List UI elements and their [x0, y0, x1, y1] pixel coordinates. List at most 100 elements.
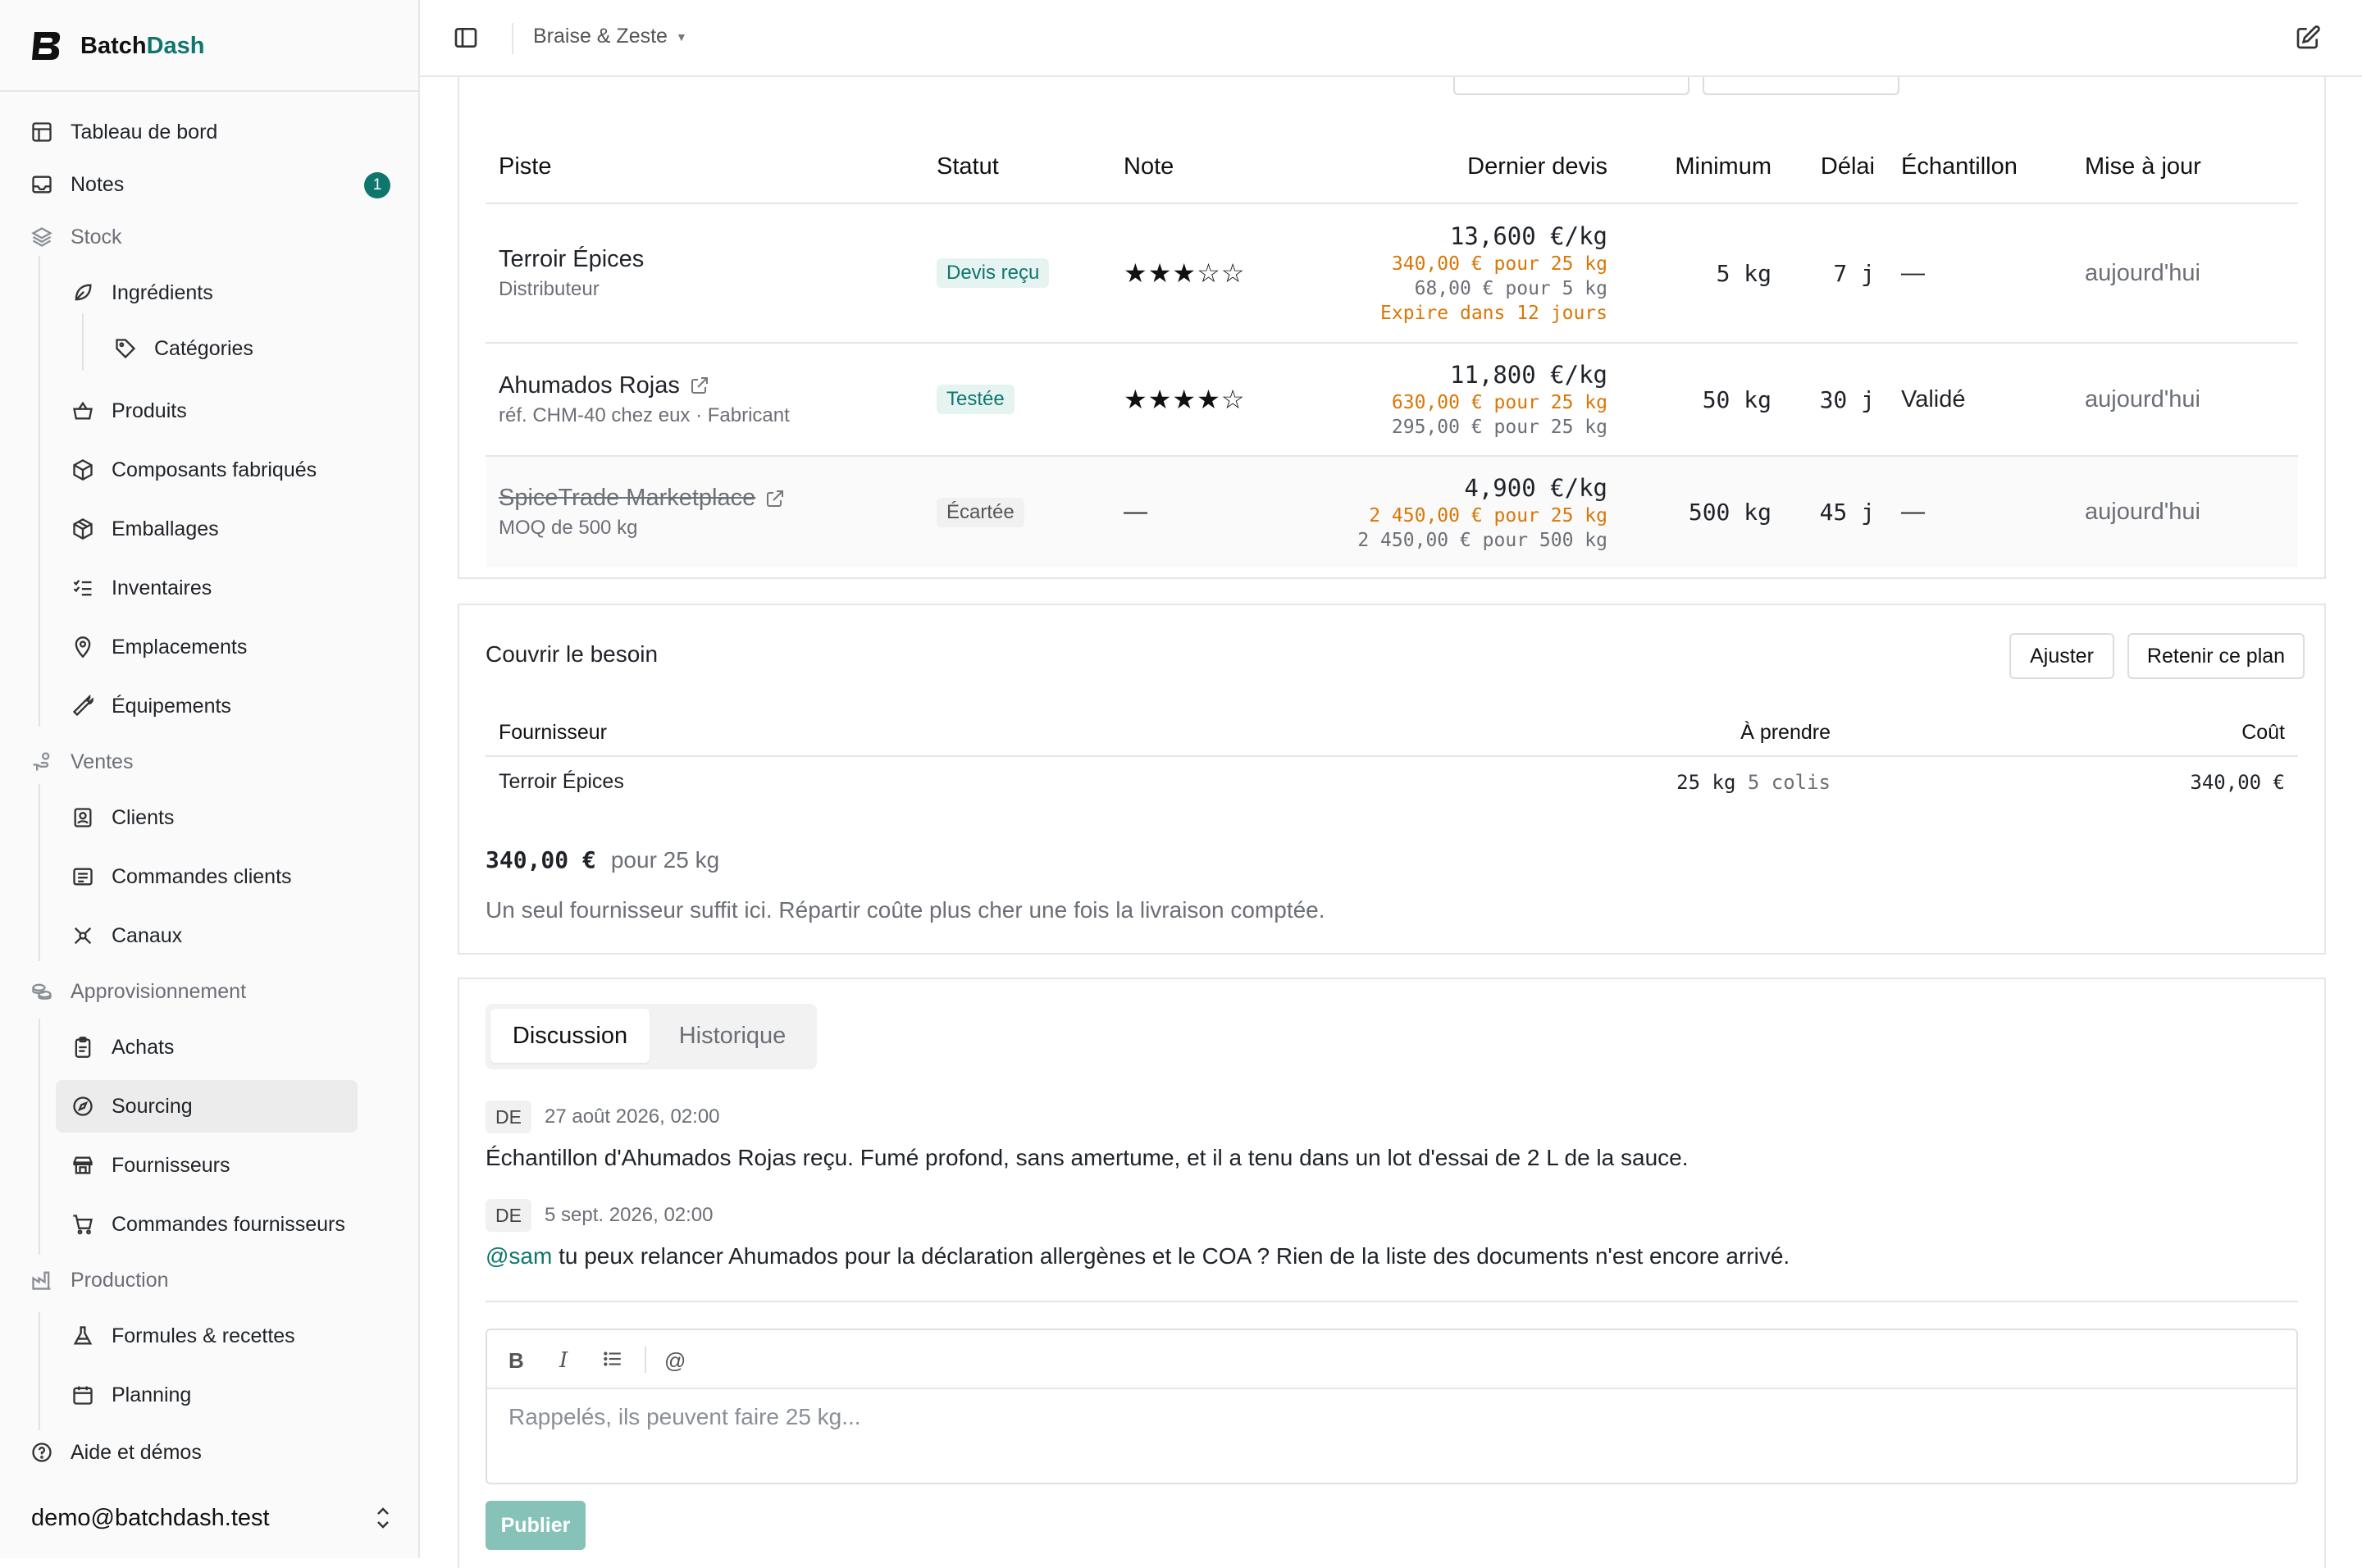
- sidebar-item-label: Produits: [112, 399, 187, 422]
- sidebar-toggle-icon[interactable]: [453, 25, 479, 51]
- table-row[interactable]: Terroir Épices Distributeur Devis reçu ★…: [486, 203, 2298, 344]
- user-mention[interactable]: @sam: [486, 1243, 552, 1269]
- delay-cell: 7 j: [1772, 203, 1878, 344]
- sidebar-item-label: Planning: [112, 1383, 192, 1406]
- col-dernier-devis[interactable]: Dernier devis: [1345, 131, 1607, 204]
- status-badge: Écartée: [937, 497, 1024, 527]
- tag-icon: [113, 336, 138, 361]
- comment-date: 27 août 2026, 02:00: [545, 1105, 720, 1128]
- sidebar-group-production[interactable]: Production: [25, 1259, 169, 1301]
- tab-discussion[interactable]: Discussion: [490, 1009, 650, 1063]
- cover-title: Couvrir le besoin: [486, 641, 659, 667]
- leads-card: Piste Statut Note Dernier devis Minimum …: [458, 49, 2326, 579]
- adjust-button[interactable]: Ajuster: [2009, 633, 2114, 679]
- col-mise-a-jour[interactable]: Mise à jour: [2067, 131, 2298, 204]
- col-note[interactable]: Note: [1124, 131, 1345, 204]
- mention-icon[interactable]: @: [664, 1348, 686, 1374]
- sidebar-item-label: Commandes clients: [112, 864, 292, 888]
- sidebar-group-approvisionnement[interactable]: Approvisionnement: [25, 970, 246, 1013]
- sidebar-item-equipements[interactable]: Équipements: [66, 685, 231, 727]
- sidebar-item-commandes-clients[interactable]: Commandes clients: [66, 855, 292, 898]
- sidebar-item-clients[interactable]: Clients: [66, 796, 174, 839]
- comment-text: @sam tu peux relancer Ahumados pour la d…: [486, 1243, 1790, 1269]
- list-icon[interactable]: [602, 1348, 623, 1375]
- sidebar-group-ventes[interactable]: Ventes: [25, 741, 133, 783]
- user-menu[interactable]: demo@batchdash.test: [31, 1497, 392, 1538]
- external-link-icon[interactable]: [690, 376, 709, 395]
- sidebar-item-emplacements[interactable]: Emplacements: [66, 626, 247, 668]
- publish-button[interactable]: Publier: [486, 1501, 586, 1550]
- sidebar-item-label: Catégories: [154, 336, 253, 360]
- comment-date: 5 sept. 2026, 02:00: [545, 1204, 714, 1226]
- editor-input[interactable]: Rappelés, ils peuvent faire 25 kg...: [508, 1404, 861, 1430]
- col-minimum[interactable]: Minimum: [1607, 131, 1772, 204]
- cover-table: Fournisseur À prendre Coût Terroir Épice…: [486, 710, 2298, 807]
- network-icon: [71, 923, 95, 948]
- col-fournisseur: Fournisseur: [486, 710, 1552, 757]
- minimum-cell: 500 kg: [1688, 499, 1772, 526]
- sidebar-item-composants-fabriques[interactable]: Composants fabriqués: [66, 449, 317, 491]
- sidebar-item-label: Clients: [112, 805, 175, 829]
- list-icon: [71, 864, 95, 889]
- table-row[interactable]: Ahumados Rojas réf. CHM-40 chez eux · Fa…: [486, 343, 2298, 457]
- delay-cell: 45 j: [1819, 499, 1875, 526]
- cover-header-row: Fournisseur À prendre Coût: [486, 710, 2298, 757]
- sidebar-item-sourcing[interactable]: Sourcing: [56, 1080, 358, 1133]
- chevrons-up-down-icon: [377, 1507, 389, 1529]
- sidebar-item-label: Production: [71, 1268, 169, 1292]
- sidebar-item-notes[interactable]: Notes: [25, 163, 394, 206]
- sidebar-item-label: Emplacements: [112, 635, 248, 659]
- sample-cell: —: [1878, 203, 2067, 344]
- price-per-kg: 13,600 €/kg: [1449, 222, 1607, 250]
- star-rating[interactable]: ★★★★☆: [1124, 385, 1245, 414]
- rating-cell: ★★★★☆: [1124, 343, 1345, 457]
- sidebar-item-tableau-de-bord[interactable]: Tableau de bord: [25, 111, 217, 153]
- bold-icon[interactable]: B: [508, 1348, 524, 1374]
- sidebar-item-canaux[interactable]: Canaux: [66, 914, 182, 957]
- sidebar-item-produits[interactable]: Produits: [66, 390, 187, 432]
- col-piste[interactable]: Piste: [486, 131, 937, 204]
- layout-icon: [30, 120, 54, 144]
- external-link-icon[interactable]: [765, 489, 785, 508]
- workspace-switcher[interactable]: Braise & Zeste ▼: [533, 25, 687, 48]
- lead-subtitle: Distributeur: [499, 277, 600, 300]
- sidebar-item-formules-recettes[interactable]: Formules & recettes: [66, 1315, 295, 1357]
- sidebar-item-commandes-fournisseurs[interactable]: Commandes fournisseurs: [66, 1203, 345, 1246]
- lead-name[interactable]: SpiceTrade Marketplace: [499, 485, 755, 512]
- sidebar-item-planning[interactable]: Planning: [66, 1374, 191, 1416]
- italic-icon[interactable]: I: [559, 1348, 568, 1373]
- quote-secondary: 2 450,00 € pour 500 kg: [1357, 529, 1607, 551]
- total-suffix: pour 25 kg: [610, 847, 720, 873]
- leads-header-row: Piste Statut Note Dernier devis Minimum …: [486, 131, 2298, 204]
- lead-name[interactable]: Terroir Épices: [499, 246, 937, 273]
- keep-plan-button[interactable]: Retenir ce plan: [2127, 633, 2305, 679]
- star-rating[interactable]: ★★★☆☆: [1124, 258, 1245, 288]
- package-icon: [71, 517, 95, 541]
- sidebar-item-inventaires[interactable]: Inventaires: [66, 567, 212, 609]
- col-statut[interactable]: Statut: [937, 131, 1124, 204]
- edit-icon[interactable]: [2295, 25, 2321, 51]
- col-a-prendre: À prendre: [1552, 710, 1831, 757]
- sidebar-item-label: Tableau de bord: [71, 120, 218, 144]
- sidebar-item-fournisseurs[interactable]: Fournisseurs: [66, 1144, 230, 1187]
- contact-icon: [71, 805, 95, 830]
- store-icon: [71, 1153, 95, 1178]
- lead-cell: Ahumados Rojas réf. CHM-40 chez eux · Fa…: [486, 343, 937, 457]
- sidebar-item-achats[interactable]: Achats: [66, 1026, 174, 1069]
- delay-cell: 30 j: [1772, 343, 1878, 457]
- sidebar-item-categories[interactable]: Catégories: [108, 327, 253, 370]
- sidebar-group-stock[interactable]: Stock: [25, 216, 122, 258]
- sidebar-item-emballages[interactable]: Emballages: [66, 508, 219, 550]
- factory-icon: [30, 1268, 54, 1292]
- sidebar-item-ingredients[interactable]: Ingrédients: [66, 271, 213, 314]
- table-row[interactable]: SpiceTrade Marketplace MOQ de 500 kg Éca…: [486, 456, 2298, 567]
- tree-line-ingredients: [82, 313, 84, 371]
- col-delai[interactable]: Délai: [1772, 131, 1878, 204]
- status-cell: Écartée: [937, 456, 1124, 567]
- sidebar-item-aide-et-demos[interactable]: Aide et démos: [25, 1431, 202, 1474]
- tab-historique[interactable]: Historique: [653, 1009, 812, 1063]
- brand[interactable]: BatchDash: [30, 28, 205, 64]
- lead-name[interactable]: Ahumados Rojas: [499, 372, 680, 399]
- col-echantillon[interactable]: Échantillon: [1878, 131, 2067, 204]
- topbar-divider: [512, 23, 513, 54]
